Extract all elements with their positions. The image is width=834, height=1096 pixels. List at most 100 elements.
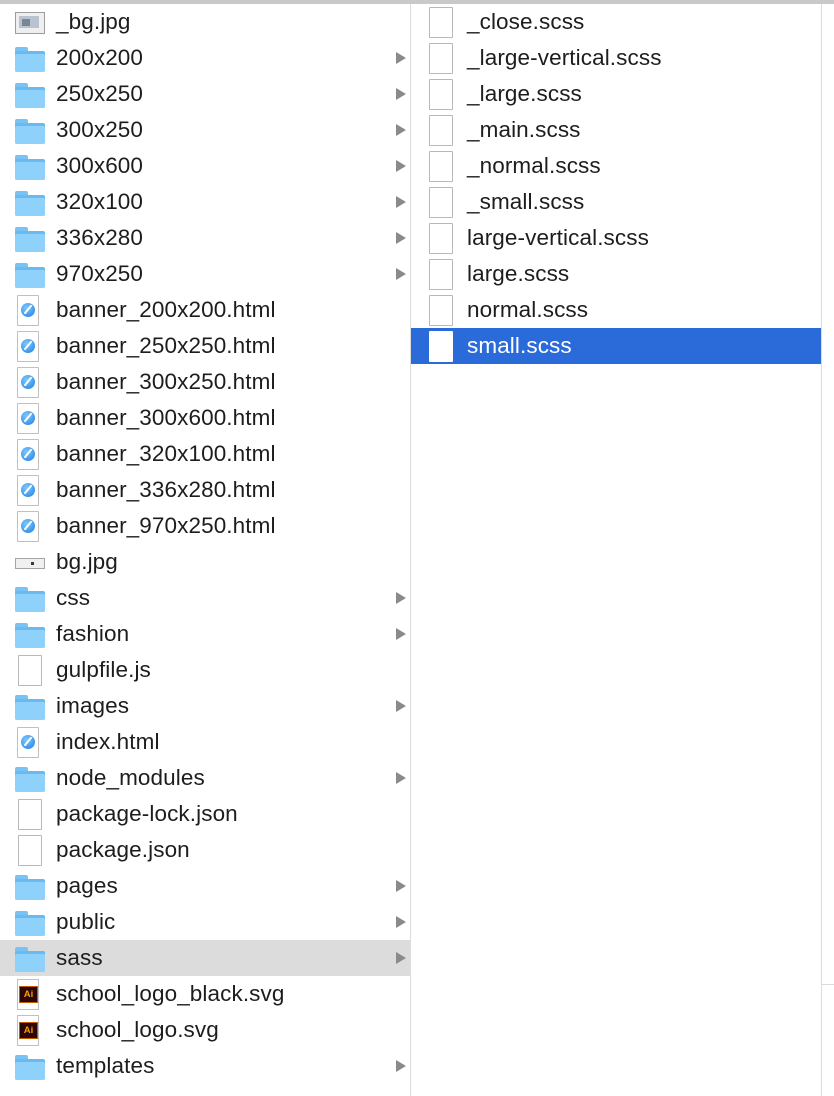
file-row[interactable]: fashion: [0, 616, 410, 652]
file-row[interactable]: css: [0, 580, 410, 616]
file-name: school_logo.svg: [56, 1017, 219, 1042]
illustrator-file-icon: Ai: [14, 1015, 46, 1046]
file-name: 970x250: [56, 261, 144, 286]
file-name: 320x100: [56, 189, 144, 214]
file-row[interactable]: images: [0, 688, 410, 724]
file-row[interactable]: large.scss: [411, 256, 821, 292]
file-name: 250x250: [56, 81, 144, 106]
chevron-right-icon: [396, 160, 406, 172]
folder-icon: [14, 871, 46, 901]
chevron-right-icon: [396, 772, 406, 784]
file-row[interactable]: normal.scss: [411, 292, 821, 328]
file-name: sass: [56, 945, 103, 970]
file-row[interactable]: banner_970x250.html: [0, 508, 410, 544]
file-row[interactable]: banner_336x280.html: [0, 472, 410, 508]
file-row[interactable]: package-lock.json: [0, 796, 410, 832]
folder-icon: [14, 907, 46, 937]
file-row[interactable]: _close.scss: [411, 4, 821, 40]
file-name: public: [56, 909, 116, 934]
file-row[interactable]: banner_250x250.html: [0, 328, 410, 364]
file-name: 200x200: [56, 45, 144, 70]
file-name: fashion: [56, 621, 130, 646]
folder-icon: [14, 1051, 46, 1081]
file-row[interactable]: 970x250: [0, 256, 410, 292]
document-icon: [17, 835, 43, 866]
file-row[interactable]: large-vertical.scss: [411, 220, 821, 256]
html-file-icon: [14, 475, 46, 506]
file-row[interactable]: _large-vertical.scss: [411, 40, 821, 76]
folder-icon: [14, 79, 46, 109]
html-file-icon: [14, 439, 46, 470]
file-name: banner_200x200.html: [56, 297, 276, 322]
folder-icon: [14, 187, 46, 217]
document-icon: [428, 43, 454, 74]
chevron-right-icon: [396, 268, 406, 280]
file-name: _main.scss: [467, 117, 581, 142]
document-icon: [428, 295, 454, 326]
chevron-right-icon: [396, 700, 406, 712]
file-row[interactable]: Ai school_logo.svg: [0, 1012, 410, 1048]
file-row[interactable]: sass: [0, 940, 410, 976]
illustrator-file-icon: Ai: [14, 979, 46, 1010]
file-name: large.scss: [467, 261, 570, 286]
file-name: _close.scss: [467, 9, 585, 34]
file-row[interactable]: banner_200x200.html: [0, 292, 410, 328]
chevron-right-icon: [396, 232, 406, 244]
html-file-icon: [14, 331, 46, 362]
html-file-icon: [14, 511, 46, 542]
chevron-right-icon: [396, 52, 406, 64]
folder-icon: [14, 115, 46, 145]
finder-column-2[interactable]: _close.scss _large-vertical.scss _large.sc…: [411, 4, 822, 1096]
file-row[interactable]: _large.scss: [411, 76, 821, 112]
folder-icon: [14, 583, 46, 613]
document-icon: [17, 655, 43, 686]
file-name: _normal.scss: [467, 153, 601, 178]
file-row[interactable]: small.scss: [411, 328, 821, 364]
chevron-right-icon: [396, 628, 406, 640]
chevron-right-icon: [396, 88, 406, 100]
file-row[interactable]: 300x250: [0, 112, 410, 148]
file-name: gulpfile.js: [56, 657, 151, 682]
file-row[interactable]: package.json: [0, 832, 410, 868]
file-name: _small.scss: [467, 189, 585, 214]
file-row[interactable]: banner_320x100.html: [0, 436, 410, 472]
file-row[interactable]: _main.scss: [411, 112, 821, 148]
column-divider: [822, 984, 834, 985]
file-row[interactable]: index.html: [0, 724, 410, 760]
file-name: bg.jpg: [56, 549, 118, 574]
file-row[interactable]: _bg.jpg: [0, 4, 410, 40]
file-name: small.scss: [467, 333, 572, 358]
finder-column-1[interactable]: _bg.jpg 200x200 250x250 300x250 300x600 320x1…: [0, 4, 411, 1096]
file-row[interactable]: gulpfile.js: [0, 652, 410, 688]
finder-column-3[interactable]: [822, 4, 834, 1096]
file-name: images: [56, 693, 130, 718]
file-row[interactable]: 320x100: [0, 184, 410, 220]
folder-icon: [14, 151, 46, 181]
file-row[interactable]: 300x600: [0, 148, 410, 184]
file-row[interactable]: _small.scss: [411, 184, 821, 220]
folder-icon: [14, 691, 46, 721]
file-name: package-lock.json: [56, 801, 238, 826]
file-row[interactable]: pages: [0, 868, 410, 904]
chevron-right-icon: [396, 1060, 406, 1072]
html-file-icon: [14, 727, 46, 758]
file-row[interactable]: public: [0, 904, 410, 940]
file-row[interactable]: node_modules: [0, 760, 410, 796]
document-icon: [428, 259, 454, 290]
file-row[interactable]: 200x200: [0, 40, 410, 76]
file-row[interactable]: 336x280: [0, 220, 410, 256]
file-name: index.html: [56, 729, 160, 754]
file-row[interactable]: _normal.scss: [411, 148, 821, 184]
file-row[interactable]: templates: [0, 1048, 410, 1084]
document-icon: [17, 799, 43, 830]
document-icon: [428, 7, 454, 38]
file-row[interactable]: bg.jpg: [0, 544, 410, 580]
image-file-icon: [14, 7, 46, 37]
file-row[interactable]: Ai school_logo_black.svg: [0, 976, 410, 1012]
file-row[interactable]: banner_300x250.html: [0, 364, 410, 400]
file-name: _large-vertical.scss: [467, 45, 662, 70]
document-icon: [428, 115, 454, 146]
file-row[interactable]: 250x250: [0, 76, 410, 112]
file-name: banner_320x100.html: [56, 441, 276, 466]
file-row[interactable]: banner_300x600.html: [0, 400, 410, 436]
